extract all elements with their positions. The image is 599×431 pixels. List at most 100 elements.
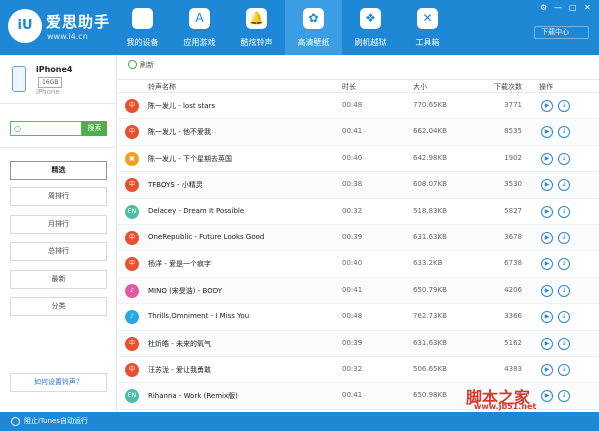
play-icon[interactable]: ▶ <box>541 179 553 192</box>
nav-tab-ringtones[interactable]: 🔔 酷炫铃声 <box>228 0 285 55</box>
ringtone-duration: 00:41 <box>342 127 363 136</box>
appstore-icon: A <box>189 8 210 29</box>
stop-itunes-autorun-label[interactable]: 阻止iTunes自动运行 <box>24 417 88 425</box>
ringtone-duration: 00:32 <box>342 206 363 215</box>
language-badge: 中 <box>125 178 139 193</box>
close-button[interactable]: ✕ <box>584 3 591 12</box>
ringtone-list-panel: 刷新 铃声名称 时长 大小 下载次数 操作 中 陈一发儿 - lost stars… <box>118 55 599 412</box>
search-box[interactable]: ○ <box>10 121 82 136</box>
nav-label: 我的设备 <box>126 38 159 47</box>
category-categories[interactable]: 分类 <box>10 297 107 316</box>
ringtone-duration: 00:38 <box>342 180 363 189</box>
table-row[interactable]: 中 TFBOYS - 小精灵 00:38 608.07KB 3530 ▶ ↓ <box>118 172 599 199</box>
settings-icon[interactable]: ⚙ <box>540 3 547 12</box>
table-row[interactable]: 中陈一发儿 - 他不爱我 00:41 662.04KB 8535 ▶ ↓ <box>118 119 599 146</box>
play-icon[interactable]: ▶ <box>541 364 553 376</box>
download-icon[interactable]: ↓ <box>558 390 570 403</box>
ringtone-title: 杨洋 - 爱是一个疯字 <box>148 260 211 269</box>
status-bar: 阻止iTunes自动运行 <box>0 412 599 431</box>
language-badge: EN <box>125 389 139 404</box>
sidebar: iPhone4 16GB iPhone ○ 搜索 精选 周排行 月排行 总排行 … <box>0 55 117 412</box>
ringtone-downloads: 3530 <box>504 180 522 189</box>
download-icon[interactable]: ↓ <box>558 337 570 350</box>
play-icon[interactable]: ▶ <box>541 258 553 271</box>
ringtone-title: MINO (宋旻浩) - BODY <box>148 286 222 295</box>
download-center-button[interactable]: 下载中心 <box>534 26 589 39</box>
language-badge: ▣ <box>125 151 139 166</box>
col-duration: 时长 <box>342 83 356 91</box>
language-badge: 中 <box>125 99 139 113</box>
play-icon[interactable]: ▶ <box>541 284 553 297</box>
ringtone-duration: 00:40 <box>342 259 363 268</box>
category-weekly[interactable]: 周排行 <box>10 187 107 206</box>
language-badge: EN <box>125 204 139 219</box>
minimize-button[interactable]: — <box>554 3 562 12</box>
nav-tab-my-device[interactable]: 我的设备 <box>114 0 171 55</box>
ringtone-duration: 00:41 <box>342 285 363 294</box>
category-monthly[interactable]: 月排行 <box>10 215 107 234</box>
ringtone-size: 770.65KB <box>413 101 447 109</box>
table-row[interactable]: ♪ MINO (宋旻浩) - BODY 00:41 650.79KB 4206 ▶ ↓ <box>118 277 599 305</box>
maximize-button[interactable]: □ <box>569 3 577 12</box>
play-icon[interactable]: ▶ <box>541 311 553 324</box>
ringtone-title: 陈一发儿 - 下个星期去英国 <box>148 154 232 163</box>
category-all-time[interactable]: 总排行 <box>10 242 107 261</box>
play-icon[interactable]: ▶ <box>541 205 553 218</box>
ringtone-downloads: 5162 <box>504 338 522 347</box>
table-row[interactable]: ♪ Thrills,Omniment - I Miss You 00:48 762.7… <box>118 304 599 331</box>
ringtone-title: TFBOYS - 小精灵 <box>148 181 203 190</box>
table-row[interactable]: 中 OneRepublic - Future Looks Good 00:39 631… <box>118 225 599 252</box>
download-icon[interactable]: ↓ <box>558 179 570 192</box>
how-to-set-ringtone-link[interactable]: 如何设置铃声？ <box>10 373 107 392</box>
download-icon[interactable]: ↓ <box>558 311 570 324</box>
download-icon[interactable]: ↓ <box>558 258 570 271</box>
table-row[interactable]: 中杜炘皓 - 未来的氧气 00:39 631.63KB 5162 ▶ ↓ <box>118 330 599 357</box>
device-name: iPhone4 <box>36 65 73 74</box>
nav-tab-wallpapers[interactable]: ✿ 高清壁纸 <box>285 0 342 55</box>
download-icon[interactable]: ↓ <box>558 232 570 244</box>
play-icon[interactable]: ▶ <box>541 152 553 165</box>
i4-logo: iU <box>8 9 42 43</box>
ringtone-downloads: 6738 <box>504 259 522 268</box>
brand-name: 爱思助手 <box>46 13 111 31</box>
play-icon[interactable]: ▶ <box>541 126 553 139</box>
play-icon[interactable]: ▶ <box>541 337 553 350</box>
stop-itunes-toggle-icon[interactable] <box>11 417 20 426</box>
nav-tab-toolbox[interactable]: ✕ 工具箱 <box>399 0 456 55</box>
search-input[interactable] <box>25 123 79 134</box>
download-icon[interactable]: ↓ <box>558 364 570 376</box>
download-icon[interactable]: ↓ <box>558 152 570 165</box>
play-icon[interactable]: ▶ <box>541 390 553 403</box>
download-icon[interactable]: ↓ <box>558 100 570 112</box>
nav-tab-apps[interactable]: A 应用游戏 <box>171 0 228 55</box>
table-row[interactable]: ▣ 陈一发儿 - 下个星期去英国 00:40 642.98KB 1902 ▶ ↓ <box>118 146 599 173</box>
download-icon[interactable]: ↓ <box>558 126 570 139</box>
play-icon[interactable]: ▶ <box>541 100 553 112</box>
col-actions: 操作 <box>539 83 553 91</box>
flower-icon: ✿ <box>303 8 324 29</box>
nav-tab-flash-jailbreak[interactable]: ❖ 刷机越狱 <box>342 0 399 55</box>
table-row[interactable]: EN Delacey - Dream It Possible 00:32 518.83… <box>118 199 599 225</box>
ringtone-downloads: 4206 <box>504 285 522 294</box>
table-row[interactable]: 中 陈一发儿 - lost stars 00:48 770.65KB 3771 ▶ ↓ <box>118 93 599 120</box>
search-button[interactable]: 搜索 <box>82 121 107 136</box>
table-row[interactable]: 中 汪苏泷 - 爱让我勇敢 00:32 506.65KB 4383 ▶ ↓ <box>118 357 599 384</box>
dropbox-icon: ❖ <box>360 8 381 29</box>
ringtone-title: 陈一发儿 - lost stars <box>148 102 216 110</box>
ringtone-size: 506.65KB <box>413 365 447 373</box>
category-newest[interactable]: 最新 <box>10 270 107 289</box>
divider <box>0 147 117 148</box>
device-type: iPhone <box>36 88 60 96</box>
top-bar: iU 爱思助手 www.i4.cn 我的设备 A 应用游戏 🔔 酷炫铃声 ✿ 高… <box>0 0 599 55</box>
ringtone-duration: 00:39 <box>342 338 363 347</box>
refresh-button[interactable]: 刷新 <box>128 60 154 70</box>
download-icon[interactable]: ↓ <box>558 284 570 297</box>
ringtone-downloads: 3366 <box>504 312 522 321</box>
language-badge: 中 <box>125 231 139 245</box>
ringtone-duration: 00:40 <box>342 153 363 162</box>
ringtone-title: 陈一发儿 - 他不爱我 <box>148 128 211 137</box>
category-featured[interactable]: 精选 <box>10 161 107 180</box>
table-row[interactable]: 中杨洋 - 爱是一个疯字 00:40 633.2KB 6738 ▶ ↓ <box>118 251 599 278</box>
play-icon[interactable]: ▶ <box>541 232 553 244</box>
download-icon[interactable]: ↓ <box>558 205 570 218</box>
